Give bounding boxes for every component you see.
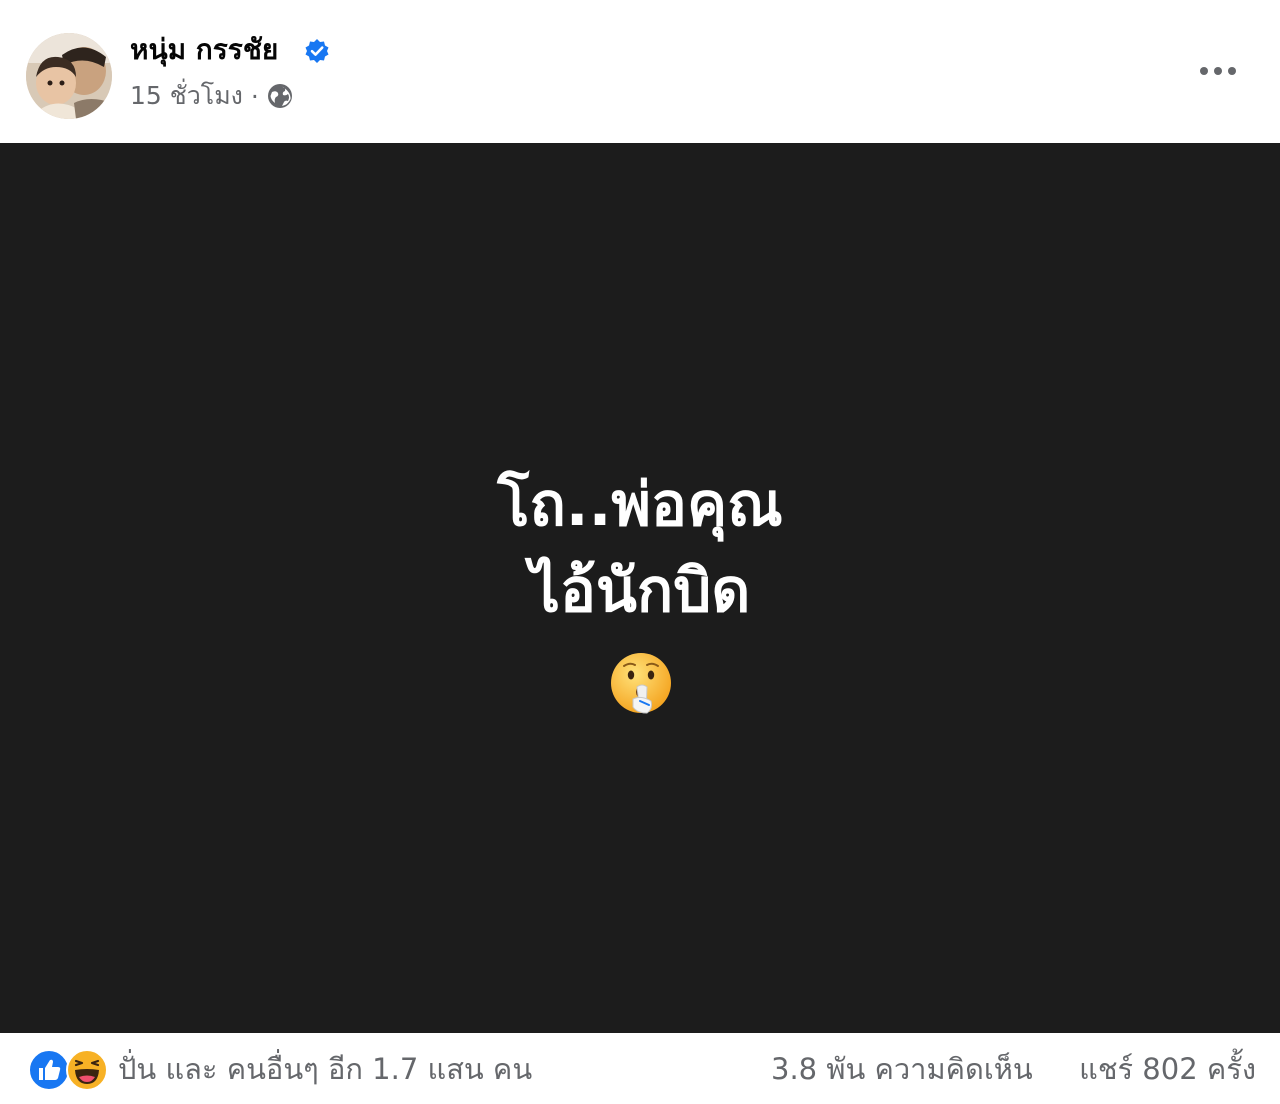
author-avatar[interactable] (26, 33, 112, 119)
post-header: หนุ่ม กรรชัย 15 ชั่วโมง · (0, 0, 1280, 143)
post-timestamp[interactable]: 15 ชั่วโมง (130, 76, 243, 116)
globe-icon[interactable] (267, 83, 293, 109)
verified-badge-icon (304, 38, 330, 64)
more-options-icon (1199, 61, 1237, 80)
post-text-line-1: โถ..พ่อคุณ (497, 470, 783, 540)
comments-count[interactable]: 3.8 พัน ความคิดเห็น (771, 1049, 1033, 1089)
post-text-line-2: ไอ้นักบิด (529, 556, 751, 626)
author-name[interactable]: หนุ่ม กรรชัย (130, 30, 278, 70)
more-options-button[interactable] (1194, 52, 1242, 88)
like-icon (28, 1049, 70, 1091)
reaction-icons[interactable] (28, 1049, 110, 1091)
post-meta: 15 ชั่วโมง · (130, 78, 293, 114)
reactions-summary[interactable]: ปั่น และ คนอื่นๆ อีก 1.7 แสน คน (118, 1049, 532, 1089)
shares-count[interactable]: แชร์ 802 ครั้ง (1079, 1049, 1256, 1089)
shushing-face-icon (609, 651, 673, 715)
post-image[interactable]: โถ..พ่อคุณ ไอ้นักบิด (0, 143, 1280, 1033)
post-footer: ปั่น และ คนอื่นๆ อีก 1.7 แสน คน 3.8 พัน … (0, 1033, 1280, 1104)
haha-icon (66, 1049, 108, 1091)
meta-separator: · (250, 81, 259, 111)
